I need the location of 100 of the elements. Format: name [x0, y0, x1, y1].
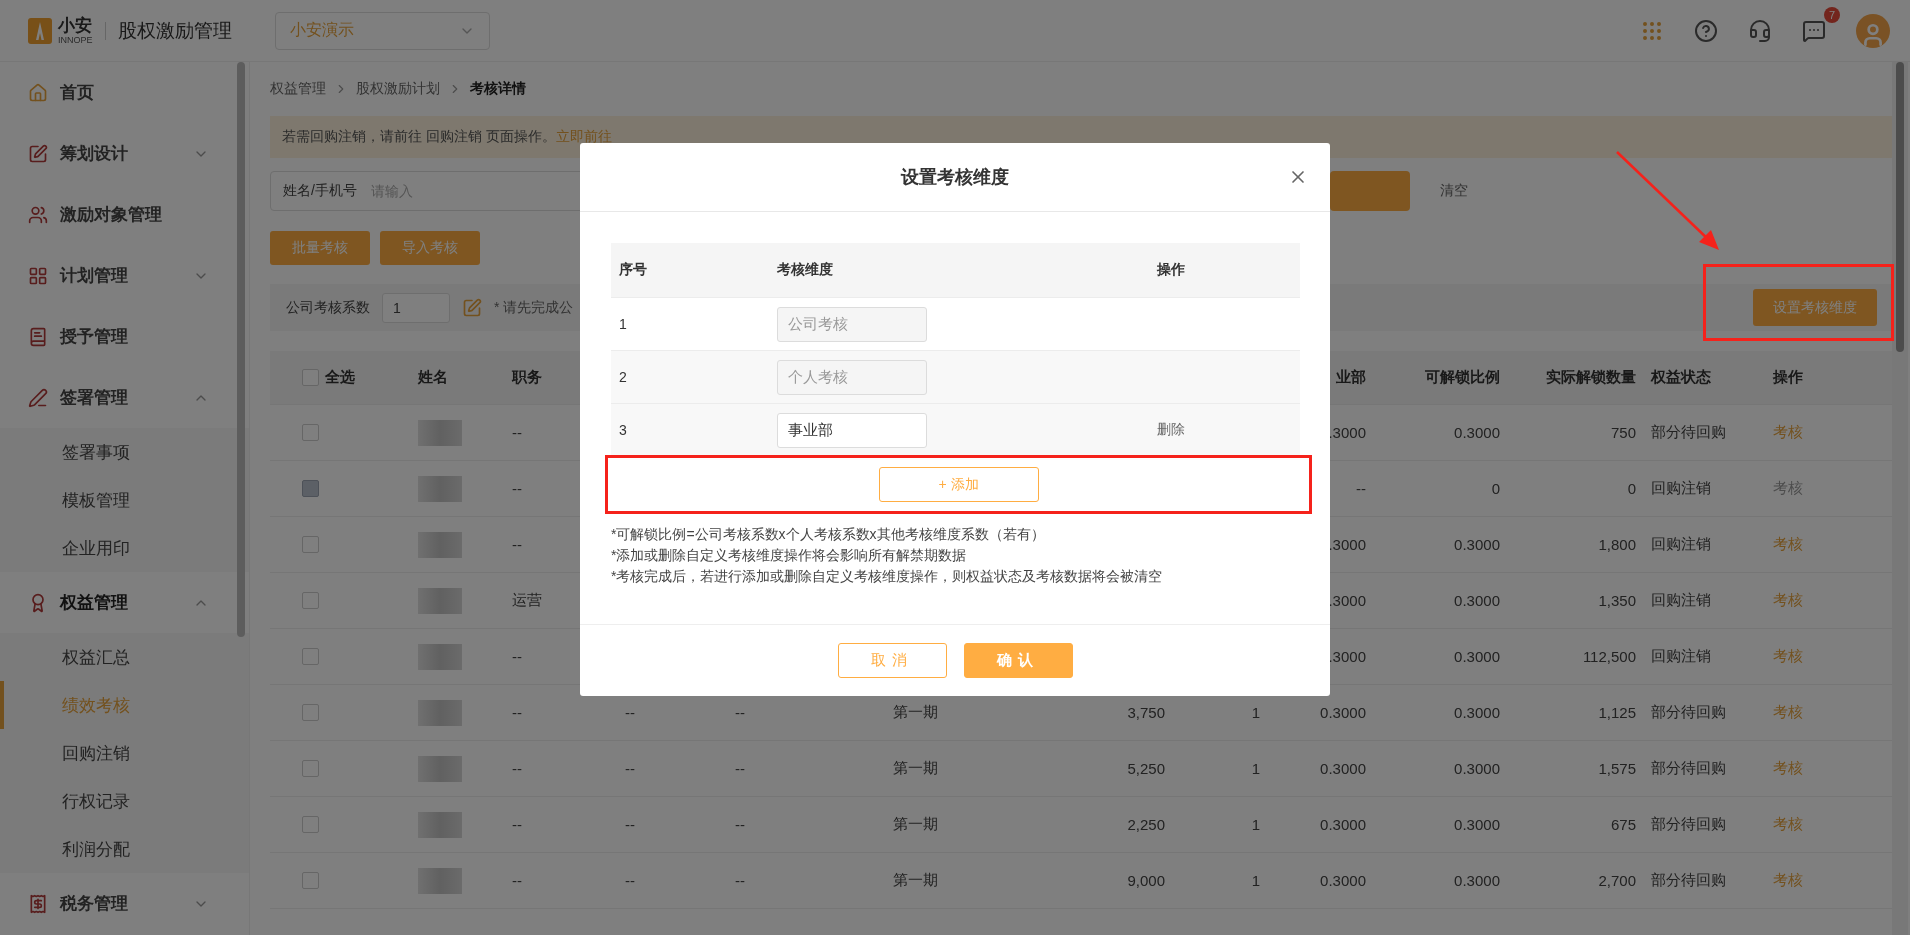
review-link[interactable]: 考核 — [1773, 871, 1803, 890]
table-cell: -- — [512, 704, 522, 721]
table-cell: -- — [625, 760, 635, 777]
table-cell: -- — [512, 816, 522, 833]
table-cell: -- — [512, 648, 522, 665]
logo-tagline: INNOPE — [58, 35, 93, 45]
cancel-button[interactable]: 取消 — [837, 643, 947, 678]
users-icon — [28, 204, 48, 225]
table-cell: .3000 — [1328, 424, 1366, 441]
note-text: *添加或删除自定义考核维度操作将会影响所有解禁期数据 — [611, 547, 968, 565]
coefficient-input[interactable]: 1 — [382, 292, 450, 323]
book-icon — [28, 326, 48, 347]
delete-link[interactable]: 删除 — [1157, 421, 1185, 437]
breadcrumb-item[interactable]: 权益管理 — [270, 80, 326, 98]
table-cell: -- — [512, 536, 522, 553]
table-cell: 回购注销 — [1651, 591, 1711, 610]
table-cell: 9,000 — [1127, 872, 1165, 889]
notice-text: 若需回购注销，请前往 回购注销 页面操作。 — [282, 128, 556, 146]
add-button[interactable]: + 添加 — [878, 467, 1039, 502]
column-header: 业部 — [1336, 368, 1366, 387]
checkbox[interactable] — [302, 760, 319, 777]
receipt-icon — [28, 893, 48, 914]
column-header: 姓名 — [418, 368, 448, 387]
table-cell: 部分待回购 — [1651, 759, 1726, 778]
table-cell: 回购注销 — [1651, 535, 1711, 554]
column-header: 考核维度 — [777, 261, 834, 279]
table-cell: 0.3000 — [1320, 760, 1366, 777]
logo-icon — [28, 17, 52, 44]
coefficient-label: 公司考核系数 — [286, 298, 370, 317]
table-cell: 1,800 — [1598, 536, 1636, 553]
dialog-title: 设置考核维度 — [901, 166, 1009, 189]
review-link[interactable]: 考核 — [1773, 591, 1803, 610]
table-cell: 0.3000 — [1454, 704, 1500, 721]
table-cell: 2,250 — [1127, 816, 1165, 833]
confirm-button[interactable]: 确认 — [963, 643, 1073, 678]
avatar[interactable] — [1856, 13, 1890, 48]
table-cell: .3000 — [1328, 648, 1366, 665]
headset-icon[interactable] — [1748, 18, 1772, 43]
message-icon[interactable] — [1802, 18, 1826, 43]
table-cell: 5,250 — [1127, 760, 1165, 777]
table-cell: 运营 — [512, 591, 542, 610]
sidebar-subitem[interactable]: 利润分配 — [0, 825, 249, 873]
table-cell: 0.3000 — [1320, 704, 1366, 721]
app-title: 股权激励管理 — [117, 18, 232, 43]
table-cell: -- — [735, 816, 745, 833]
breadcrumb-item[interactable]: 股权激励计划 — [356, 80, 440, 98]
column-header: 可解锁比例 — [1425, 368, 1500, 387]
checkbox[interactable] — [302, 704, 319, 721]
sidebar-subitem[interactable]: 回购注销 — [0, 729, 249, 777]
clear-button[interactable]: 清空 — [1420, 171, 1488, 211]
search-button[interactable] — [1330, 171, 1410, 211]
review-link[interactable]: 考核 — [1773, 423, 1803, 442]
help-icon[interactable] — [1694, 18, 1718, 43]
table-cell: 1 — [1251, 704, 1260, 721]
table-cell: -- — [625, 816, 635, 833]
table-cell: 0.3000 — [1454, 648, 1500, 665]
table-cell: 0.3000 — [1454, 872, 1500, 889]
table-cell: 0 — [1491, 480, 1500, 497]
checkbox[interactable] — [302, 424, 319, 441]
review-link[interactable]: 考核 — [1773, 647, 1803, 666]
scrollbar[interactable] — [1892, 62, 1908, 935]
checkbox[interactable] — [302, 592, 319, 609]
table-cell: 部分待回购 — [1651, 871, 1726, 890]
table-cell: 112,500 — [1582, 648, 1636, 665]
table-cell: -- — [512, 760, 522, 777]
table-cell: 1 — [1251, 816, 1260, 833]
table-cell: .3000 — [1328, 536, 1366, 553]
checkbox[interactable] — [302, 648, 319, 665]
column-header: 全选 — [325, 368, 355, 387]
review-link[interactable]: 考核 — [1773, 815, 1803, 834]
dimension-input[interactable]: 事业部 — [777, 412, 927, 448]
sidebar-item[interactable]: 税务管理 — [0, 873, 249, 934]
notice-link[interactable]: 立即前往 — [555, 128, 612, 146]
table-cell: 0.3000 — [1454, 536, 1500, 553]
table-cell: -- — [735, 872, 745, 889]
sidebar-subitem[interactable]: 绩效考核 — [0, 681, 249, 729]
checkbox[interactable] — [302, 536, 319, 553]
table-cell: 第一期 — [893, 815, 938, 834]
review-link[interactable]: 考核 — [1773, 703, 1803, 722]
checkbox[interactable] — [302, 369, 319, 386]
review-link[interactable]: 考核 — [1773, 759, 1803, 778]
logo-name: 小安 — [58, 16, 93, 34]
pen-icon — [28, 387, 48, 408]
table-cell: -- — [1356, 480, 1366, 497]
table-cell: 1 — [1251, 760, 1260, 777]
edit-icon[interactable] — [462, 297, 482, 318]
review-link[interactable]: 考核 — [1773, 535, 1803, 554]
coefficient-hint: * 请先完成公 — [494, 298, 574, 317]
org-select[interactable]: 小安演示 — [274, 11, 490, 50]
table-cell: 0 — [1627, 480, 1636, 497]
checkbox[interactable] — [302, 816, 319, 833]
grid-icon — [28, 265, 48, 286]
column-header: 权益状态 — [1651, 368, 1711, 387]
table-cell-text: 3 — [619, 422, 628, 438]
checkbox[interactable] — [302, 872, 319, 889]
table-cell: 部分待回购 — [1651, 703, 1726, 722]
field-label: 姓名/手机号 — [283, 182, 357, 200]
scrollbar[interactable] — [237, 62, 245, 637]
sidebar-subitem[interactable]: 行权记录 — [0, 777, 249, 825]
table-cell: 1,575 — [1598, 760, 1636, 777]
